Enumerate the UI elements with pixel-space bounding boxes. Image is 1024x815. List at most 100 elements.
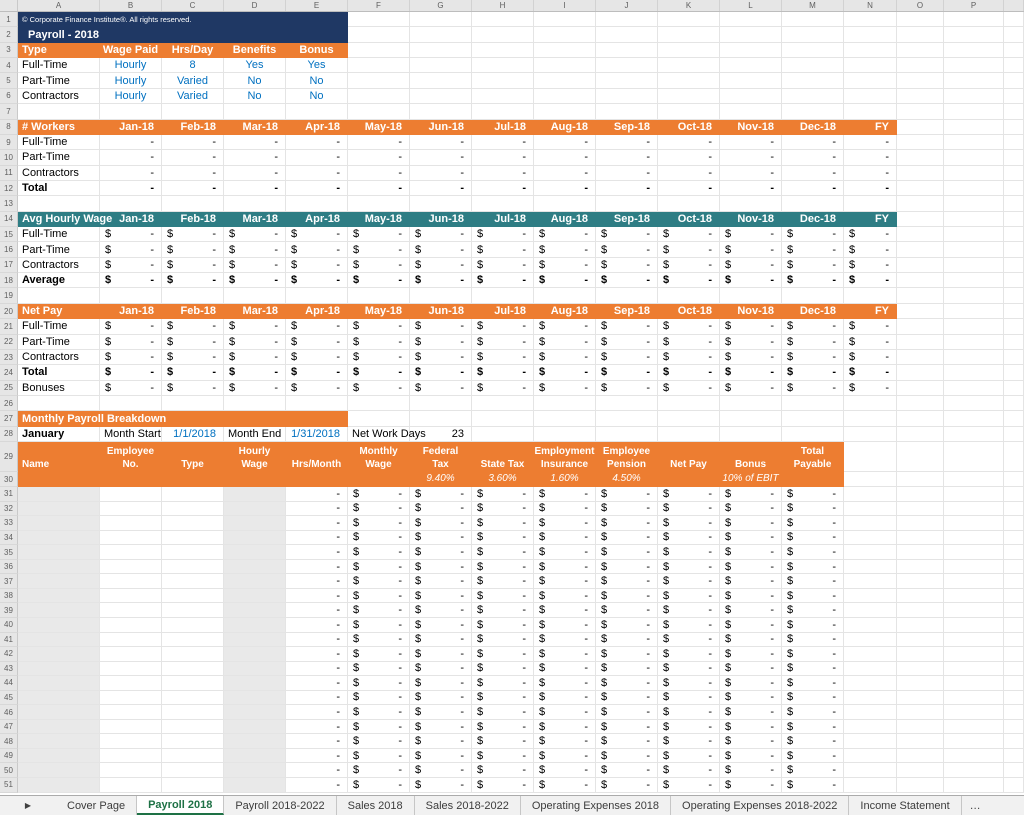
value-cell[interactable]: $- <box>348 319 410 334</box>
value-cell[interactable]: - <box>410 135 472 150</box>
amount-cell[interactable]: $- <box>472 720 534 735</box>
cell[interactable] <box>1004 676 1024 691</box>
amount-cell[interactable]: $- <box>410 763 472 778</box>
value-cell[interactable]: - <box>348 150 410 165</box>
amount-cell[interactable]: $- <box>472 763 534 778</box>
value-cell[interactable]: - <box>286 181 348 196</box>
value-cell[interactable]: $- <box>844 227 897 242</box>
amount-cell[interactable]: $- <box>658 589 720 604</box>
hourly-wage-input-cell[interactable] <box>224 502 286 517</box>
value-cell[interactable]: $- <box>782 381 844 396</box>
amount-cell[interactable]: $- <box>534 545 596 560</box>
column-header[interactable]: C <box>162 0 224 11</box>
amount-cell[interactable]: $- <box>534 560 596 575</box>
sheet-tab-operating-expenses-2018-2022[interactable]: Operating Expenses 2018-2022 <box>671 796 849 815</box>
cell[interactable] <box>944 212 1004 227</box>
cell[interactable] <box>1004 633 1024 648</box>
cell[interactable] <box>596 288 658 303</box>
cell[interactable] <box>658 43 720 58</box>
amount-cell[interactable]: $- <box>782 691 844 706</box>
more-sheets-indicator[interactable]: … <box>962 796 989 815</box>
value-cell[interactable]: - <box>348 135 410 150</box>
hourly-wage-input-cell[interactable] <box>224 603 286 618</box>
value-cell[interactable]: $- <box>534 258 596 273</box>
value-cell[interactable]: - <box>224 150 286 165</box>
amount-cell[interactable]: $- <box>596 705 658 720</box>
amount-cell[interactable]: $- <box>782 705 844 720</box>
cell[interactable] <box>658 396 720 411</box>
hourly-wage-input-cell[interactable] <box>224 720 286 735</box>
value-cell[interactable]: $- <box>658 335 720 350</box>
cell[interactable] <box>1004 135 1024 150</box>
value-cell[interactable]: - <box>472 166 534 181</box>
cell[interactable] <box>596 58 658 73</box>
value-cell[interactable]: $- <box>224 381 286 396</box>
cell[interactable] <box>18 196 100 211</box>
amount-cell[interactable]: $- <box>658 662 720 677</box>
employee-no-cell[interactable] <box>100 531 162 546</box>
cell[interactable] <box>1004 487 1024 502</box>
cell[interactable] <box>224 104 286 119</box>
value-cell[interactable]: $- <box>658 365 720 380</box>
cell[interactable] <box>1004 618 1024 633</box>
cell[interactable] <box>596 73 658 88</box>
amount-cell[interactable]: $- <box>348 574 410 589</box>
cell[interactable] <box>1004 574 1024 589</box>
cell[interactable] <box>348 288 410 303</box>
amount-cell[interactable]: $- <box>596 647 658 662</box>
cell[interactable] <box>1004 472 1024 487</box>
amount-cell[interactable]: $- <box>596 502 658 517</box>
cell[interactable] <box>1004 104 1024 119</box>
cell[interactable] <box>844 487 897 502</box>
cell[interactable] <box>944 73 1004 88</box>
cell[interactable] <box>782 27 844 42</box>
cell[interactable] <box>897 89 944 104</box>
employee-no-cell[interactable] <box>100 633 162 648</box>
value-cell[interactable]: $- <box>348 242 410 257</box>
value-cell[interactable]: - <box>472 150 534 165</box>
hourly-wage-input-cell[interactable] <box>224 647 286 662</box>
amount-cell[interactable]: $- <box>658 618 720 633</box>
value-cell[interactable]: $- <box>286 242 348 257</box>
value-cell[interactable]: $- <box>596 335 658 350</box>
cell[interactable] <box>348 396 410 411</box>
row-header[interactable]: 15 <box>0 227 18 242</box>
cell[interactable] <box>844 545 897 560</box>
cell[interactable] <box>1004 273 1024 288</box>
cell[interactable] <box>534 196 596 211</box>
value-cell[interactable]: - <box>472 181 534 196</box>
cell[interactable] <box>596 427 658 442</box>
value-cell[interactable]: $- <box>472 350 534 365</box>
cell[interactable] <box>1004 589 1024 604</box>
hrs-month-cell[interactable]: - <box>286 778 348 793</box>
value-cell[interactable]: $- <box>534 242 596 257</box>
cell[interactable] <box>944 589 1004 604</box>
cell[interactable] <box>897 545 944 560</box>
cell[interactable] <box>534 43 596 58</box>
amount-cell[interactable]: $- <box>596 516 658 531</box>
row-header[interactable]: 35 <box>0 545 18 560</box>
value-cell[interactable]: - <box>596 181 658 196</box>
column-header[interactable]: B <box>100 0 162 11</box>
column-header[interactable]: F <box>348 0 410 11</box>
value-cell[interactable]: $- <box>224 242 286 257</box>
cell[interactable] <box>782 58 844 73</box>
row-header[interactable]: 7 <box>0 104 18 119</box>
row-header[interactable]: 9 <box>0 135 18 150</box>
value-cell[interactable]: - <box>100 150 162 165</box>
value-cell[interactable]: $- <box>844 335 897 350</box>
amount-cell[interactable]: $- <box>658 574 720 589</box>
amount-cell[interactable]: $- <box>658 516 720 531</box>
cell[interactable] <box>1004 502 1024 517</box>
value-cell[interactable]: $- <box>720 350 782 365</box>
cell[interactable] <box>1004 560 1024 575</box>
amount-cell[interactable]: $- <box>410 589 472 604</box>
bonus-cell[interactable]: No <box>286 73 348 88</box>
employee-no-cell[interactable] <box>100 720 162 735</box>
column-header[interactable]: M <box>782 0 844 11</box>
value-cell[interactable]: $- <box>782 258 844 273</box>
value-cell[interactable]: $- <box>472 227 534 242</box>
cell[interactable] <box>897 196 944 211</box>
row-header[interactable]: 18 <box>0 273 18 288</box>
sheet-tab-sales-2018-2022[interactable]: Sales 2018-2022 <box>415 796 521 815</box>
